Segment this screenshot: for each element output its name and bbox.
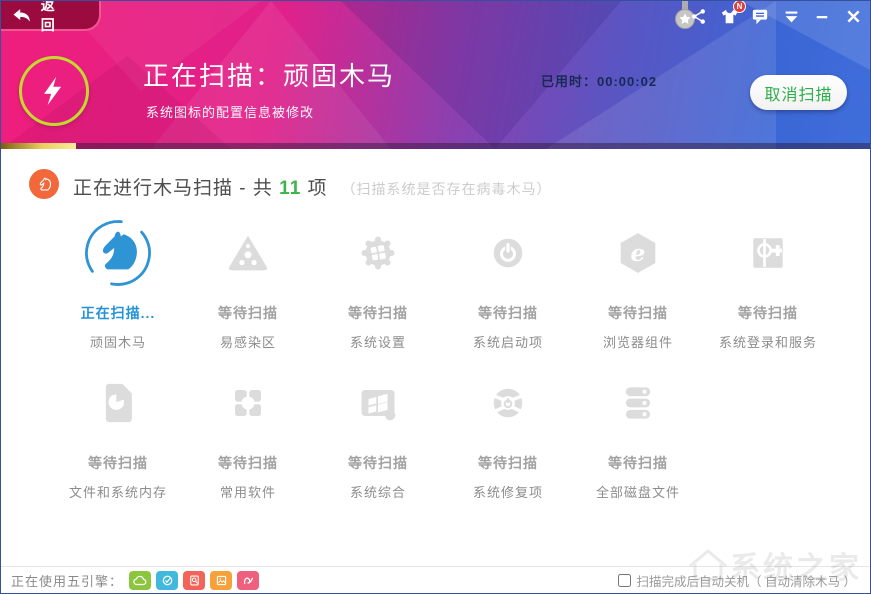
scan-item-name: 常用软件: [183, 482, 313, 501]
heading-prefix: 正在进行木马扫描 - 共: [73, 178, 279, 199]
scan-item-status: 等待扫描: [313, 453, 443, 473]
scan-item-browser: e 等待扫描 浏览器组件: [573, 217, 703, 351]
cloud-engine-icon: [129, 571, 151, 590]
heading-note: （扫描系统是否存在病毒木马）: [342, 181, 552, 197]
minimize-icon[interactable]: [811, 5, 833, 27]
shutdown-checkbox[interactable]: [618, 574, 631, 587]
scan-progress-text: 正在进行木马扫描 - 共 11 项 （扫描系统是否存在病毒木马）: [73, 173, 552, 200]
main-menu-dropdown-icon[interactable]: [780, 5, 802, 27]
hazard-triangle-icon: [183, 217, 313, 289]
scan-item-infection-zone: 等待扫描 易感染区: [183, 217, 313, 351]
scan-item-name: 系统登录和服务: [703, 332, 833, 351]
scan-item-name: 系统设置: [313, 332, 443, 351]
app-window: 正在扫描：顽固木马 系统图标的配置信息被修改 已用时：00:00:02 取消扫描…: [0, 0, 871, 594]
scan-items-row-2: 等待扫描 文件和系统内存 等待扫描 常用软件: [53, 367, 703, 501]
knight-circle-icon: [29, 169, 59, 199]
scan-items-row-1: 正在扫描... 顽固木马 等待扫描 易感染区: [53, 217, 833, 351]
disks-icon: [573, 367, 703, 439]
scan-item-name: 文件和系统内存: [53, 482, 183, 501]
scan-item-status: 等待扫描: [183, 303, 313, 323]
scan-item-startup: 等待扫描 系统启动项: [443, 217, 573, 351]
back-button[interactable]: 返 回: [1, 1, 101, 31]
login-services-icon: [703, 217, 833, 289]
svg-text:e: e: [631, 239, 646, 267]
scan-item-repair: 等待扫描 系统修复项: [443, 367, 573, 501]
scan-progress-heading: 正在进行木马扫描 - 共 11 项 （扫描系统是否存在病毒木马）: [1, 164, 870, 208]
elapsed-label: 已用时：: [541, 74, 597, 89]
scan-item-name: 易感染区: [183, 332, 313, 351]
scan-item-stubborn-trojan: 正在扫描... 顽固木马: [53, 217, 183, 351]
notification-badge: N: [733, 0, 746, 13]
windows-flag-icon: [313, 367, 443, 439]
scan-item-all-disks: 等待扫描 全部磁盘文件: [573, 367, 703, 501]
scan-item-name: 系统启动项: [443, 332, 573, 351]
share-icon[interactable]: [687, 5, 709, 27]
back-button-label: 返 回: [41, 0, 99, 35]
scan-item-status: 等待扫描: [573, 453, 703, 473]
close-icon[interactable]: [842, 5, 864, 27]
wardrobe-shirt-icon[interactable]: N: [718, 5, 740, 27]
scan-item-status: 等待扫描: [703, 303, 833, 323]
scan-item-name: 顽固木马: [53, 332, 183, 351]
scan-item-name: 系统综合: [313, 482, 443, 501]
scan-item-files-memory: 等待扫描 文件和系统内存: [53, 367, 183, 501]
feedback-chat-icon[interactable]: [749, 5, 771, 27]
elapsed-time: 已用时：00:00:02: [541, 71, 657, 90]
repair-icon: [443, 367, 573, 439]
knight-icon: [53, 217, 183, 289]
scan-item-name: 浏览器组件: [573, 332, 703, 351]
file-pie-icon: [53, 367, 183, 439]
elapsed-value: 00:00:02: [597, 74, 657, 89]
engine-icons: [129, 571, 259, 590]
shutdown-option: 扫描完成后自动关机（ 自动清除木马 ）: [618, 571, 856, 590]
power-icon: [443, 217, 573, 289]
check-circle-engine-icon: [156, 571, 178, 590]
shutdown-label[interactable]: 扫描完成后自动关机（ 自动清除木马 ）: [637, 571, 856, 590]
scan-item-common-software: 等待扫描 常用软件: [183, 367, 313, 501]
back-arrow-icon: [11, 6, 33, 24]
heading-count: 11: [279, 178, 301, 199]
scan-item-status: 等待扫描: [443, 453, 573, 473]
scan-item-name: 全部磁盘文件: [573, 482, 703, 501]
scan-item-name: 系统修复项: [443, 482, 573, 501]
lightning-badge-icon: [19, 56, 89, 126]
avira-engine-icon: [237, 571, 259, 590]
scan-title: 正在扫描：顽固木马: [143, 56, 395, 93]
scan-progress-fill: [1, 143, 76, 149]
scan-item-status: 等待扫描: [183, 453, 313, 473]
heading-suffix: 项: [301, 178, 327, 199]
scan-item-status: 等待扫描: [313, 303, 443, 323]
engines-label: 正在使用五引擎：: [11, 571, 123, 590]
cancel-scan-button[interactable]: 取消扫描: [750, 75, 847, 110]
doc-scan-engine-icon: [183, 571, 205, 590]
image-engine-icon: [210, 571, 232, 590]
scan-subtitle: 系统图标的配置信息被修改: [146, 102, 314, 121]
scan-item-login-services: 等待扫描 系统登录和服务: [703, 217, 833, 351]
footer-bar: 正在使用五引擎：: [1, 566, 870, 593]
app-grid-icon: [183, 367, 313, 439]
scan-item-status: 等待扫描: [53, 453, 183, 473]
scan-item-status: 正在扫描...: [53, 303, 183, 323]
lightning-icon: [37, 74, 71, 108]
ie-hexagon-icon: e: [573, 217, 703, 289]
gear-windows-icon: [313, 217, 443, 289]
scan-progress-bar: [1, 143, 870, 149]
scan-item-system-overall: 等待扫描 系统综合: [313, 367, 443, 501]
scan-item-status: 等待扫描: [443, 303, 573, 323]
window-controls: N: [687, 5, 864, 27]
scan-item-system-settings: 等待扫描 系统设置: [313, 217, 443, 351]
scan-item-status: 等待扫描: [573, 303, 703, 323]
